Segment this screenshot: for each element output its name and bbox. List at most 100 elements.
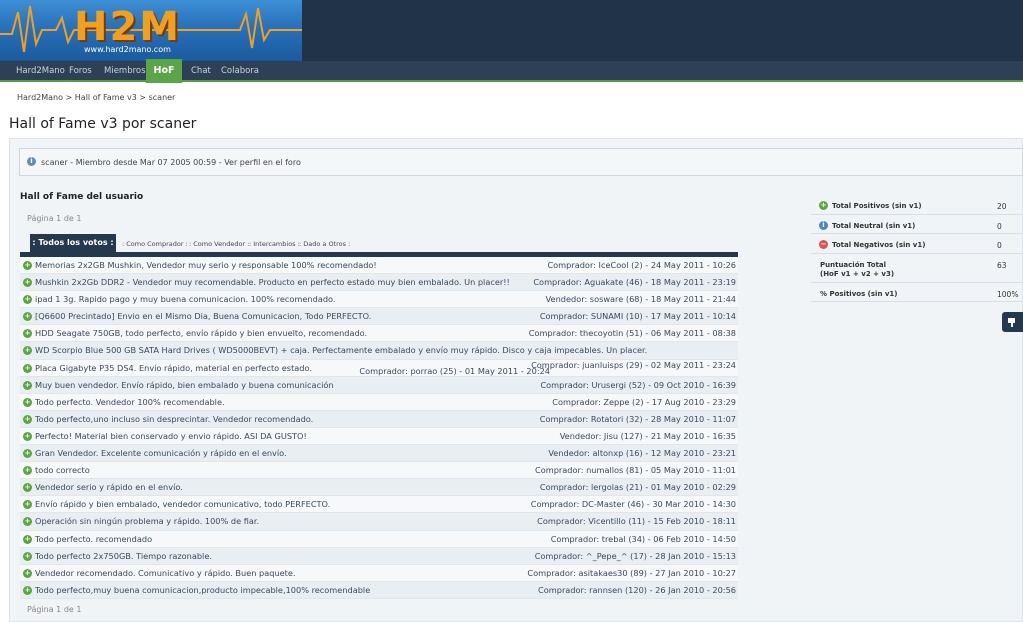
vote-meta[interactable]: Vendedor: sosware (68) - 18 May 2011 - 2… xyxy=(546,294,736,304)
plus-circle-icon: + xyxy=(23,295,32,305)
info-icon: i xyxy=(27,157,36,166)
vote-row: + Todo perfecto,uno incluso sin desprecin… xyxy=(20,410,738,428)
tab-dado-a-otros[interactable]: : Dado a Otros : xyxy=(299,240,350,248)
stat-score: Puntuación Total (HoF v1 + v2 + v3) 63 xyxy=(811,254,1023,283)
stat-negatives: − Total Negativos (sin v1) 0 xyxy=(811,234,1023,254)
nav-item-miembros[interactable]: Miembros xyxy=(104,66,146,76)
vote-comment: HDD Seagate 750GB, todo perfecto, envío … xyxy=(35,328,368,339)
stat-value: 0 xyxy=(997,241,1002,250)
vote-comment: Vendedor recomendado. Comunicativo y ráp… xyxy=(35,567,296,578)
plus-circle-icon: + xyxy=(23,397,32,407)
stat-value: 100% xyxy=(997,289,1019,299)
vote-row: + Mushkin 2x2Gb DDR2 - Vendedor muy recom… xyxy=(20,274,738,292)
vote-comment: Todo perfecto 2x750GB. Tiempo razonable. xyxy=(35,550,212,561)
vote-row: + Todo perfecto. Vendedor 100% recomendab… xyxy=(20,393,738,411)
site-header: H2M www.hard2mano.com xyxy=(0,0,1023,61)
vote-comment: todo correcto xyxy=(35,465,90,476)
pager-top: Página 1 de 1 xyxy=(27,214,82,223)
vote-comment: WD Scorpio Blue 500 GB SATA Hard Drives … xyxy=(35,345,648,356)
vote-meta[interactable]: Comprador: thecoyotin (51) - 06 May 2011… xyxy=(529,328,736,338)
plus-circle-icon: + xyxy=(23,329,32,339)
stat-positives: + Total Positivos (sin v1) 20 xyxy=(811,195,1023,215)
vote-comment: Todo perfecto. recomendado xyxy=(35,533,153,544)
vote-meta[interactable]: Vendedor: Jisu (127) - 21 May 2010 - 16:… xyxy=(560,431,736,441)
vote-comment: Memorias 2x2GB Mushkin, Vendedor muy ser… xyxy=(35,260,377,270)
vote-row: + Todo perfecto. recomendado Comprador: tr… xyxy=(20,530,738,548)
section-title: Hall of Fame del usuario xyxy=(20,192,144,202)
vote-comment: ipad 1 3g. Rapido pago y muy buena comun… xyxy=(35,294,336,305)
plus-circle-icon: + xyxy=(23,585,32,595)
member-info-text[interactable]: scaner - Miembro desde Mar 07 2005 00:59… xyxy=(41,158,301,167)
vote-row: + Memorias 2x2GB Mushkin, Vendedor muy se… xyxy=(20,257,738,275)
vote-meta[interactable]: Comprador: Rotatori (32) - 28 May 2010 -… xyxy=(540,414,736,424)
vote-comment: Todo perfecto,uno incluso sin desprecint… xyxy=(35,413,314,424)
stat-label: Total Negativos (sin v1) xyxy=(832,241,926,249)
stat-percent: % Positivos (sin v1) 100% xyxy=(811,283,1023,302)
plus-circle-icon: + xyxy=(23,261,32,270)
votes-list: + Memorias 2x2GB Mushkin, Vendedor muy se… xyxy=(20,257,738,599)
vote-meta[interactable]: Comprador: lergolas (21) - 01 May 2010 -… xyxy=(540,482,736,492)
stat-value: 63 xyxy=(997,260,1007,270)
vote-meta[interactable]: Comprador: Vicentillo (11) - 15 Feb 2010… xyxy=(537,516,736,526)
plus-circle-icon: + xyxy=(23,466,32,476)
vote-meta[interactable]: Comprador: juanluisps (29) - 02 May 2011… xyxy=(531,360,736,370)
minus-circle-icon: − xyxy=(819,240,828,249)
plus-circle-icon: + xyxy=(23,346,32,356)
vote-meta[interactable]: Comprador: IceCool (2) - 24 May 2011 - 1… xyxy=(547,260,736,270)
logo-text: H2M xyxy=(74,4,182,50)
stat-label: Puntuación Total xyxy=(820,260,887,269)
vote-comment: Operación sin ningún problema y rápido. … xyxy=(35,516,260,527)
stat-label: Total Neutral (sin v1) xyxy=(832,221,916,230)
vote-row: + Todo perfecto,muy buena comunicacion,pr… xyxy=(20,581,738,599)
vote-meta[interactable]: Vendedor: altonxp (16) - 12 May 2010 - 2… xyxy=(548,448,736,458)
plus-circle-icon: + xyxy=(23,568,32,578)
vote-comment: Envío rápido y bien embalado, vendedor c… xyxy=(35,499,331,510)
nav-item-hof[interactable]: HoF xyxy=(146,59,182,83)
vote-row: + Vendedor recomendado. Comunicativo y rá… xyxy=(20,564,738,582)
site-logo[interactable]: H2M www.hard2mano.com xyxy=(0,0,302,61)
stat-sublabel: (HoF v1 + v2 + v3) xyxy=(820,269,895,278)
vote-meta[interactable]: Comprador: Urusergi (52) - 09 Oct 2010 -… xyxy=(540,380,736,390)
tab-como-comprador[interactable]: : Como Comprador : xyxy=(122,240,188,248)
vote-meta[interactable]: Comprador: numallos (81) - 05 May 2010 -… xyxy=(535,465,736,475)
vote-meta-secondary[interactable]: Comprador: porrao (25) - 01 May 2011 - 2… xyxy=(359,366,550,376)
vote-meta[interactable]: Comprador: Aguakate (46) - 18 May 2011 -… xyxy=(533,277,736,287)
vote-row: + WD Scorpio Blue 500 GB SATA Hard Drives… xyxy=(20,342,738,360)
vote-comment: [Q6600 Precintado] Envio en el Mismo Dia… xyxy=(35,311,372,322)
vote-comment: Mushkin 2x2Gb DDR2 - Vendedor muy recome… xyxy=(35,277,510,288)
vote-meta[interactable]: Comprador: DC-Master (46) - 30 Mar 2010 … xyxy=(531,499,736,509)
stats-panel: + Total Positivos (sin v1) 20 i Total Ne… xyxy=(811,195,1023,302)
vote-comment: Muy buen vendedor. Envío rápido, bien em… xyxy=(35,379,334,390)
tab-intercambios[interactable]: : Intercambios : xyxy=(249,240,300,248)
vote-meta[interactable]: Comprador: Zeppe (2) - 17 Aug 2010 - 23:… xyxy=(552,397,736,407)
stat-label: Total Positivos (sin v1) xyxy=(832,202,922,210)
vote-comment: Vendedor serio y rápido en el envío. xyxy=(35,482,183,493)
vote-meta[interactable]: Comprador: SUNAMI (10) - 17 May 2011 - 1… xyxy=(540,311,736,321)
breadcrumb[interactable]: Hard2Mano > Hall of Fame v3 > scaner xyxy=(17,93,175,102)
stat-value: 0 xyxy=(997,221,1002,231)
nav-item-chat[interactable]: Chat xyxy=(191,66,211,76)
vote-meta[interactable]: Comprador: ^_Pepe_^ (17) - 28 Jan 2010 -… xyxy=(535,551,736,561)
plus-circle-icon: + xyxy=(23,449,32,459)
plus-circle-icon: + xyxy=(23,483,32,493)
plus-circle-icon: + xyxy=(819,201,828,210)
vote-meta[interactable]: Comprador: trebal (34) - 06 Feb 2010 - 1… xyxy=(551,534,736,544)
vote-meta[interactable]: Comprador: rannsen (120) - 26 Jan 2010 -… xyxy=(538,585,736,595)
vote-row: + ipad 1 3g. Rapido pago y muy buena comu… xyxy=(20,291,738,309)
vote-row: + Muy buen vendedor. Envío rápido, bien e… xyxy=(20,376,738,394)
plus-circle-icon: + xyxy=(23,500,32,510)
tab-todos-los-votos[interactable]: : Todos los votos : xyxy=(30,234,116,252)
vote-row: + Vendedor serio y rápido en el envío. Com… xyxy=(20,479,738,497)
pager-bottom: Página 1 de 1 xyxy=(27,605,82,614)
stat-label: % Positivos (sin v1) xyxy=(820,289,898,298)
logo-url: www.hard2mano.com xyxy=(84,45,171,54)
nav-item-hard2mano[interactable]: Hard2Mano xyxy=(16,66,65,76)
tab-como-vendedor[interactable]: : Como Vendedor : xyxy=(189,240,249,248)
plus-circle-icon: + xyxy=(23,312,32,322)
vote-meta[interactable]: Comprador: asitakaes30 (89) - 27 Jan 201… xyxy=(527,568,736,578)
nav-item-foros[interactable]: Foros xyxy=(69,66,92,76)
plus-circle-icon: + xyxy=(23,431,32,441)
vote-row: + Envío rápido y bien embalado, vendedor … xyxy=(20,496,738,514)
side-tool-button[interactable] xyxy=(1002,312,1023,332)
nav-item-colabora[interactable]: Colabora xyxy=(221,66,259,76)
